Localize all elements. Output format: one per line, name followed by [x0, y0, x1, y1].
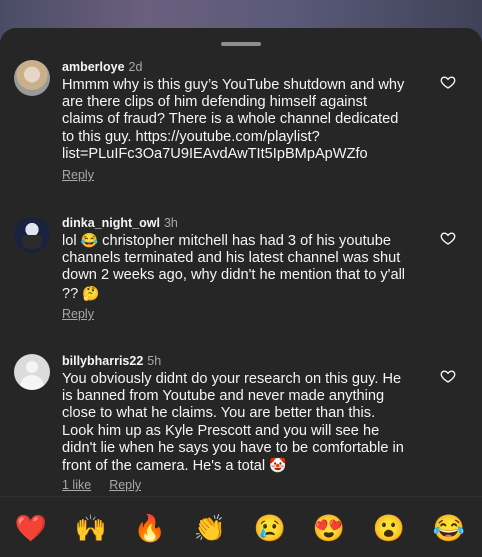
comment-meta: dinka_night_owl 3h — [62, 216, 178, 230]
comment-meta: billybharris22 5h — [62, 354, 161, 368]
like-heart-icon[interactable] — [440, 368, 456, 384]
default-avatar-icon[interactable] — [14, 354, 50, 390]
comment-fragment: lol — [62, 233, 77, 249]
fire-reaction-button[interactable]: 🔥 — [133, 511, 167, 545]
laughing-emoji-icon: 😂 — [80, 232, 99, 248]
comment-line: claims of fraud? There is a whole channe… — [62, 111, 399, 128]
username[interactable]: amberloye — [62, 60, 125, 74]
comment-line: You obviously didnt do your research on … — [62, 371, 402, 387]
timestamp: 5h — [147, 354, 162, 368]
heart-reaction-button[interactable]: ❤️ — [14, 511, 48, 545]
like-heart-icon[interactable] — [440, 74, 456, 90]
comment-text: lol 😂 christopher mitchell has had 3 of … — [62, 232, 412, 303]
thinking-emoji-icon: 🤔 — [82, 284, 100, 301]
comment-line: ?? 🤔 — [62, 285, 412, 303]
username[interactable]: dinka_night_owl — [62, 216, 160, 230]
avatar-body — [20, 375, 44, 390]
raised-hands-reaction-button[interactable]: 🙌 — [74, 511, 108, 545]
reply-button[interactable]: Reply — [62, 307, 94, 321]
quick-reactions-bar: ❤️ 🙌 🔥 👏 😢 😍 😮 😂 — [0, 496, 482, 557]
avatar[interactable] — [14, 60, 50, 96]
username[interactable]: billybharris22 — [62, 354, 143, 368]
crying-reaction-button[interactable]: 😢 — [253, 511, 287, 545]
comment-line: didn't lie when he says you have to be c… — [62, 439, 404, 456]
drag-handle[interactable] — [221, 42, 261, 46]
comment-fragment: front of the camera. He's a total — [62, 458, 266, 475]
heart-eyes-reaction-button[interactable]: 😍 — [312, 511, 346, 545]
comment-text: Hmmm why is this guy’s YouTube shutdown … — [62, 77, 412, 163]
comment-line: lol 😂 christopher mitchell has had 3 of … — [62, 232, 412, 250]
timestamp: 2d — [128, 60, 143, 74]
comment-line: channels terminated and his latest chann… — [62, 250, 401, 267]
avatar-figure — [22, 235, 42, 249]
comment-line: are there clips of him defending himself… — [62, 94, 368, 111]
reply-button[interactable]: Reply — [109, 478, 141, 492]
clown-emoji-icon: 🤡 — [269, 457, 287, 474]
comment-line: front of the camera. He's a total 🤡 — [62, 457, 412, 475]
comment-line: Look him up as Kyle Prescott and you wil… — [62, 422, 380, 439]
avatar[interactable] — [14, 217, 50, 253]
clap-reaction-button[interactable]: 👏 — [193, 511, 227, 545]
timestamp: 3h — [163, 216, 178, 230]
avatar-head — [26, 361, 38, 373]
comment-line: list=PLuIFc3Oa7U9IEAvdAwTIt5IpBMpApWZfo — [62, 145, 368, 162]
comment-line: Hmmm why is this guy’s YouTube shutdown … — [62, 77, 405, 93]
comment-fragment: christopher mitchell has had 3 of his yo… — [102, 233, 391, 249]
comment-actions: Reply — [62, 307, 112, 321]
comment-line: is banned from Youtube and never made an… — [62, 388, 385, 405]
likes-count-button[interactable]: 1 like — [62, 478, 91, 492]
comment-meta: amberloye 2d — [62, 60, 142, 74]
comment-text: You obviously didnt do your research on … — [62, 371, 412, 475]
comments-sheet: amberloye 2d Hmmm why is this guy’s YouTu… — [0, 28, 482, 556]
like-heart-icon[interactable] — [440, 230, 456, 246]
comment-line: to this guy. https://youtube.com/playlis… — [62, 128, 320, 145]
reply-button[interactable]: Reply — [62, 168, 94, 182]
comment-line: close to what he claims. You are better … — [62, 405, 376, 422]
comment-actions: Reply — [62, 168, 112, 182]
comment-fragment: ?? — [62, 285, 79, 302]
surprised-reaction-button[interactable]: 😮 — [372, 511, 406, 545]
comment-actions: 1 like Reply — [62, 478, 159, 492]
laughing-reaction-button[interactable]: 😂 — [432, 511, 466, 545]
comment-line: down 2 weeks ago, why didn't he mention … — [62, 267, 406, 284]
